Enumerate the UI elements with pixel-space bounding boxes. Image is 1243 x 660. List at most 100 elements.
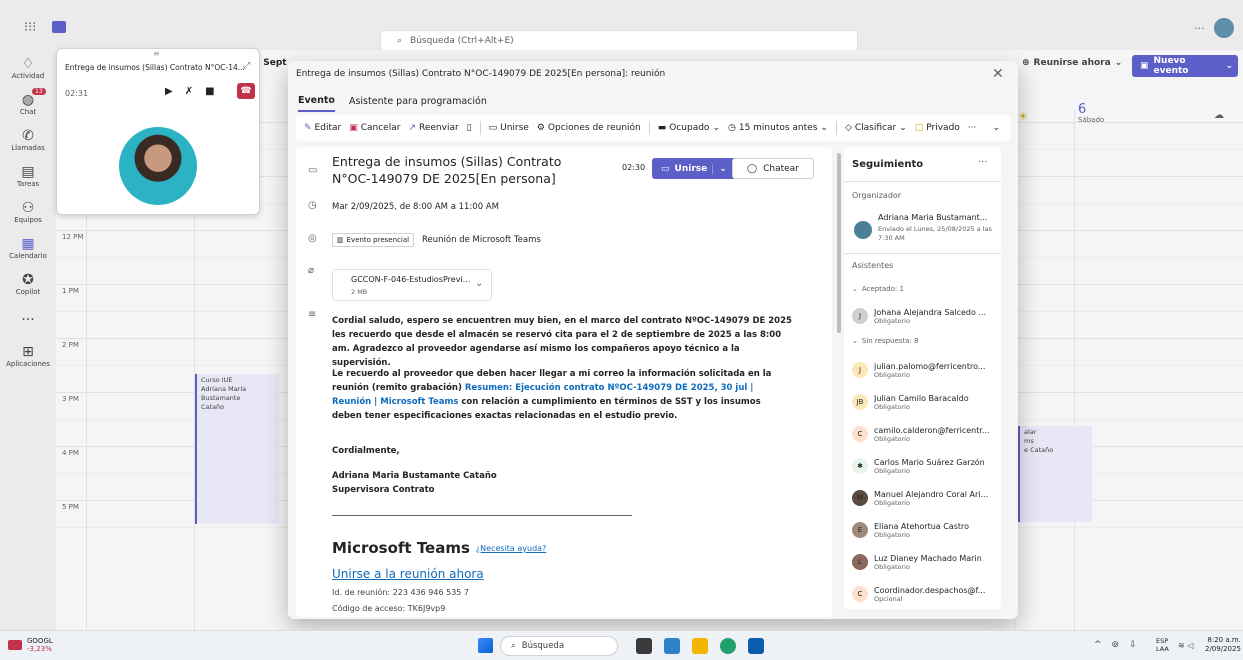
chevron-down-icon[interactable]: ⌄	[475, 278, 483, 289]
call-timer: 02:31	[65, 89, 89, 98]
rail-item-1[interactable]: ◍ Chat 13	[0, 86, 56, 122]
body-paragraph-2: Le recuerdo al proveedor que deben hacer…	[332, 369, 772, 421]
attendee-row[interactable]: Ccamilo.calderon@ferricentr... Obligatori…	[844, 421, 1001, 447]
meet-now-button[interactable]: ⊕ Reunirse ahora ⌄	[1022, 58, 1122, 68]
clock-date: 2/09/2025	[1205, 645, 1241, 653]
attendee-row[interactable]: Jjulian.palomo@ferricentro... Obligatorio	[844, 357, 1001, 383]
cancel-button[interactable]: ▣ Cancelar	[349, 123, 400, 133]
rail-item-6[interactable]: ✪ Copilot	[0, 266, 56, 302]
security-icon[interactable]: ⇩	[1129, 640, 1137, 650]
call-controls: ▶ ✗ ■	[165, 86, 215, 97]
rail-item-4[interactable]: ⚇ Equipos	[0, 194, 56, 230]
chevron-up-icon[interactable]: ^	[1094, 640, 1102, 650]
new-event-button[interactable]: ▣ Nuevo evento ⌄	[1132, 55, 1238, 77]
call-window[interactable]: ≡ Entrega de insumos (Sillas) Contrato N…	[56, 48, 260, 215]
calendar-event-curso[interactable]: Curso IUE Adriana María Bustamante Catañ…	[195, 374, 279, 524]
attendee-role: Obligatorio	[874, 530, 910, 539]
calendar-icon: ▭	[308, 165, 318, 176]
more-toolbar-button[interactable]: ···	[968, 123, 977, 133]
language-indicator[interactable]: ESP LAA	[1156, 637, 1169, 653]
share-icon[interactable]: ■	[205, 86, 214, 97]
attendee-row[interactable]: E Eliana Atehortua Castro Obligatorio	[844, 517, 1001, 543]
windows-start-icon[interactable]	[478, 638, 493, 653]
expand-icon[interactable]: ⤢	[243, 61, 250, 71]
private-button[interactable]: ▢ Privado	[915, 123, 960, 133]
chevron-down-icon[interactable]: ⌄	[992, 123, 1000, 133]
forward-icon: ↗	[408, 123, 416, 133]
more-options-icon[interactable]: ···	[1194, 22, 1205, 35]
hang-up-button[interactable]: ☎	[237, 83, 255, 99]
close-icon[interactable]: ✕	[992, 66, 1004, 82]
content-scrollbar[interactable]	[837, 153, 841, 333]
attendee-row[interactable]: L Luz Dianey Machado Marin Obligatorio	[844, 549, 1001, 575]
forward-button[interactable]: ↗ Reenviar	[408, 123, 458, 133]
join-button[interactable]: ▭ Unirse ⌄	[652, 158, 736, 179]
reminder-dropdown[interactable]: ◷ 15 minutos antes ⌄	[728, 123, 828, 133]
edge-icon[interactable]	[720, 638, 736, 654]
mic-off-icon[interactable]: ✗	[185, 86, 193, 97]
more-icon[interactable]: ···	[978, 157, 988, 168]
edit-button[interactable]: ✎ Editar	[304, 123, 341, 133]
attachment-name: GCCON-F-046-EstudiosPrevi...	[351, 275, 471, 284]
camera-off-icon[interactable]: ▶	[165, 86, 173, 97]
attendee-row[interactable]: JB Julian Camilo Baracaldo Obligatorio	[844, 389, 1001, 415]
rail-item-3[interactable]: ▤ Tareas	[0, 158, 56, 194]
clock[interactable]: 8:20 a.m. 2/09/2025	[1205, 636, 1241, 654]
chevron-down-icon: ⌄	[820, 123, 828, 133]
video-icon: ▭	[488, 123, 498, 133]
rail-item-8[interactable]: ⊞ Aplicaciones	[0, 338, 56, 374]
tab-scheduling-assistant[interactable]: Asistente para programación	[349, 96, 487, 111]
chat-button[interactable]: ◯ Chatear	[732, 158, 814, 179]
meeting-options-button[interactable]: ⚙ Opciones de reunión	[537, 123, 641, 133]
busy-dropdown[interactable]: ▬ Ocupado ⌄	[658, 123, 720, 133]
attendee-avatar: M	[852, 490, 868, 506]
teams-heading: Microsoft Teams	[332, 539, 470, 557]
attendee-row[interactable]: J Johana Alejandra Salcedo ... Obligatorio	[844, 303, 1001, 329]
attachment-card[interactable]: GCCON-F-046-EstudiosPrevi... 2 MB ⌄	[332, 269, 492, 301]
drag-handle-icon[interactable]: ≡	[153, 49, 160, 58]
store-icon[interactable]	[748, 638, 764, 654]
join-toolbar-button[interactable]: ▭ Unirse	[489, 123, 529, 133]
divider	[332, 515, 632, 516]
window-top-strip	[0, 0, 1243, 10]
attendee-role: Obligatorio	[874, 402, 910, 411]
attendee-avatar: ✱	[852, 458, 868, 474]
search-input[interactable]: ⌕ Búsqueda (Ctrl+Alt+E)	[380, 30, 858, 52]
stock-widget[interactable]: GOOGL -3,23%	[8, 637, 53, 653]
rail-item-7[interactable]: ······	[0, 302, 56, 338]
rail-item-2[interactable]: ✆ Llamadas	[0, 122, 56, 158]
system-tray: ^ ⊚ ⇩	[1094, 640, 1137, 650]
tab-evento[interactable]: Evento	[298, 95, 335, 112]
signature-name: Adriana Maria Bustamante Cataño	[332, 471, 497, 481]
attendee-row[interactable]: ✱ Carlos Mario Suárez Garzón Obligatorio	[844, 453, 1001, 479]
network-icon[interactable]: ⊚	[1112, 640, 1120, 650]
calendar-event-right[interactable]: alar ms e Cataño	[1018, 426, 1092, 522]
taskbar-search[interactable]: ⌕ Búsqueda	[500, 636, 618, 656]
copilot-app-icon[interactable]	[664, 638, 680, 654]
need-help-link[interactable]: ¿Necesita ayuda?	[476, 544, 546, 553]
taskview-icon[interactable]	[636, 638, 652, 654]
no-response-group-toggle[interactable]: ⌄ Sin respuesta: 8	[852, 337, 919, 345]
app-launcher-icon[interactable]: ⁝⁝⁝	[24, 20, 36, 35]
wifi-volume-icon[interactable]: ≋ ◁	[1178, 641, 1193, 650]
building-icon: ▥	[337, 236, 344, 244]
organizer-avatar	[854, 221, 872, 239]
attendee-role: Obligatorio	[874, 316, 910, 325]
rail-item-label: Tareas	[16, 180, 40, 188]
user-avatar[interactable]	[1214, 18, 1234, 38]
file-explorer-icon[interactable]	[692, 638, 708, 654]
attendee-avatar: J	[852, 362, 868, 378]
location-icon: ◎	[308, 233, 317, 244]
attendee-row[interactable]: C Coordinador.despachos@f... Opcional	[844, 581, 1001, 607]
join-meeting-link[interactable]: Unirse a la reunión ahora	[332, 567, 484, 581]
attendee-text: julian.palomo@ferricentro... Obligatorio	[874, 362, 992, 379]
meeting-passcode: Código de acceso: TK6J9vp9	[332, 604, 446, 613]
accepted-group-toggle[interactable]: ⌄ Aceptado: 1	[852, 285, 904, 293]
attendee-row[interactable]: M Manuel Alejandro Coral Ari... Obligatori…	[844, 485, 1001, 511]
rail-item-0[interactable]: ♢ Actividad	[0, 50, 56, 86]
rail-item-5[interactable]: ▦ Calendario	[0, 230, 56, 266]
copy-icon[interactable]: ▯	[467, 123, 472, 133]
dialog-tabs: Evento Asistente para programación	[298, 95, 487, 112]
classify-dropdown[interactable]: ◇ Clasificar ⌄	[845, 123, 907, 133]
chevron-down-icon: ⌄	[852, 285, 858, 293]
